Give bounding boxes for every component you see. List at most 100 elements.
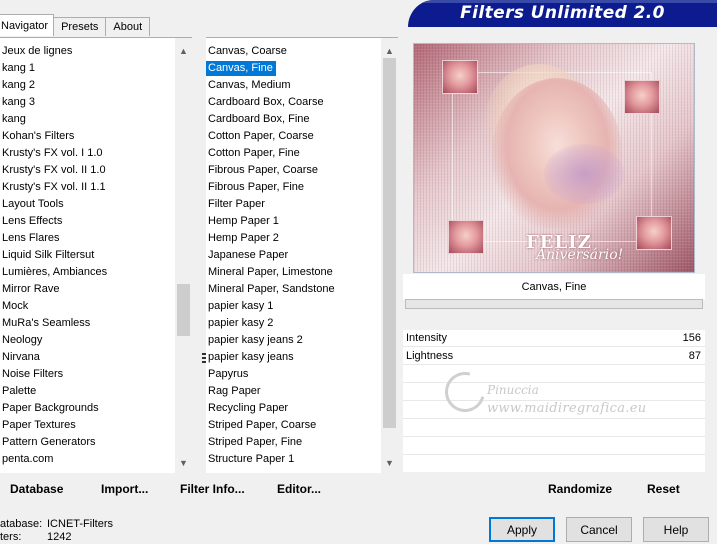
list-item[interactable]: MuRa's Seamless bbox=[0, 316, 93, 331]
toolbar-buttons: Database Import... Filter Info... Editor… bbox=[0, 477, 717, 501]
list-item[interactable]: Palette bbox=[0, 384, 39, 399]
list-item[interactable]: papier kasy 1 bbox=[206, 299, 276, 314]
randomize-button[interactable]: Randomize bbox=[548, 482, 612, 496]
param-label: Lightness bbox=[406, 350, 454, 362]
list-item[interactable]: Canvas, Coarse bbox=[206, 44, 290, 59]
filter-scrollbar[interactable]: ▲ ▼ bbox=[381, 38, 398, 473]
param-row-empty bbox=[403, 438, 705, 455]
list-item[interactable]: Canvas, Medium bbox=[206, 78, 294, 93]
filters-count-value: 1242 bbox=[47, 531, 72, 543]
list-item[interactable]: Hemp Paper 1 bbox=[206, 214, 282, 229]
preview-flowers bbox=[544, 144, 624, 204]
database-label: atabase: bbox=[0, 518, 43, 530]
current-filter-name: Canvas, Fine bbox=[403, 274, 705, 300]
list-item[interactable]: Striped Paper, Fine bbox=[206, 435, 305, 450]
category-list[interactable]: Jeux de lignes kang 1 kang 2 kang 3 kang Koha… bbox=[0, 37, 192, 473]
reset-button[interactable]: Reset bbox=[647, 482, 680, 496]
scroll-up-icon[interactable]: ▲ bbox=[381, 42, 398, 59]
param-value: 87 bbox=[688, 350, 701, 362]
filters-count-label: ters: bbox=[0, 531, 22, 543]
list-item[interactable]: Canvas, Fine bbox=[206, 61, 276, 76]
list-item[interactable]: Neology bbox=[0, 333, 45, 348]
preview-image[interactable]: FELIZ Aniversário! bbox=[413, 43, 695, 273]
list-item[interactable]: Mineral Paper, Limestone bbox=[206, 265, 336, 280]
param-row-lightness[interactable]: Lightness 87 bbox=[403, 348, 705, 365]
list-item[interactable]: Liquid Silk Filtersut bbox=[0, 248, 97, 263]
tab-strip: Navigator Presets About bbox=[0, 14, 151, 36]
preview-corner-br bbox=[636, 216, 672, 250]
category-items: Jeux de lignes kang 1 kang 2 kang 3 kang Koha… bbox=[0, 38, 175, 473]
scroll-up-icon[interactable]: ▲ bbox=[175, 42, 192, 59]
list-item[interactable]: kang 1 bbox=[0, 61, 38, 76]
preview-panel: FELIZ Aniversário! bbox=[403, 37, 708, 274]
param-row-intensity[interactable]: Intensity 156 bbox=[403, 330, 705, 347]
title-banner: Filters Unlimited 2.0 bbox=[408, 0, 717, 27]
list-item[interactable]: Pattern Generators bbox=[0, 435, 99, 450]
param-label: Intensity bbox=[406, 332, 447, 344]
list-item[interactable]: Kohan's Filters bbox=[0, 129, 77, 144]
drag-handle-icon[interactable] bbox=[202, 351, 206, 363]
list-item[interactable]: Lumières, Ambiances bbox=[0, 265, 110, 280]
editor-button[interactable]: Editor... bbox=[277, 482, 321, 496]
list-item[interactable]: Nirvana bbox=[0, 350, 43, 365]
list-item[interactable]: Rag Paper bbox=[206, 384, 264, 399]
parameter-panel: Intensity 156 Lightness 87 Pinuccia www.… bbox=[403, 330, 705, 472]
list-item[interactable]: Layout Tools bbox=[0, 197, 67, 212]
list-item[interactable]: Lens Effects bbox=[0, 214, 65, 229]
list-item[interactable]: Cardboard Box, Fine bbox=[206, 112, 313, 127]
preview-corner-bl bbox=[448, 220, 484, 254]
list-item[interactable]: kang bbox=[0, 112, 29, 127]
filter-scroll-thumb[interactable] bbox=[383, 58, 396, 428]
apply-button[interactable]: Apply bbox=[489, 517, 555, 542]
help-button[interactable]: Help bbox=[643, 517, 709, 542]
list-item[interactable]: Cotton Paper, Coarse bbox=[206, 129, 317, 144]
list-item[interactable]: Cardboard Box, Coarse bbox=[206, 95, 327, 110]
list-item[interactable]: Mirror Rave bbox=[0, 282, 62, 297]
list-item[interactable]: Cotton Paper, Fine bbox=[206, 146, 303, 161]
preview-corner-tl bbox=[442, 60, 478, 94]
scroll-down-icon[interactable]: ▼ bbox=[381, 454, 398, 471]
list-item[interactable]: Krusty's FX vol. II 1.1 bbox=[0, 180, 109, 195]
database-button[interactable]: Database bbox=[10, 482, 63, 496]
list-item[interactable]: papier kasy jeans 2 bbox=[206, 333, 306, 348]
list-item[interactable]: Krusty's FX vol. I 1.0 bbox=[0, 146, 106, 161]
scroll-down-icon[interactable]: ▼ bbox=[175, 454, 192, 471]
preview-text-aniversario: Aniversário! bbox=[536, 247, 624, 263]
list-item[interactable]: Paper Backgrounds bbox=[0, 401, 102, 416]
list-item[interactable]: Fibrous Paper, Fine bbox=[206, 180, 307, 195]
list-item[interactable]: Japanese Paper bbox=[206, 248, 291, 263]
list-item[interactable]: Mock bbox=[0, 299, 31, 314]
filter-info-button[interactable]: Filter Info... bbox=[180, 482, 245, 496]
list-item[interactable]: Krusty's FX vol. II 1.0 bbox=[0, 163, 109, 178]
list-item[interactable]: Striped Paper, Coarse bbox=[206, 418, 319, 433]
watermark-name: Pinuccia bbox=[487, 383, 539, 397]
database-value: ICNET-Filters bbox=[47, 518, 113, 530]
list-item[interactable]: Hemp Paper 2 bbox=[206, 231, 282, 246]
import-button[interactable]: Import... bbox=[101, 482, 148, 496]
watermark-logo-icon bbox=[437, 364, 493, 420]
list-item[interactable]: Jeux de lignes bbox=[0, 44, 75, 59]
tab-about[interactable]: About bbox=[105, 17, 151, 36]
list-item[interactable]: Mineral Paper, Sandstone bbox=[206, 282, 338, 297]
list-item[interactable]: Structure Paper 1 bbox=[206, 452, 297, 467]
list-item[interactable]: Lens Flares bbox=[0, 231, 62, 246]
filter-items: Canvas, Coarse Canvas, Fine Canvas, Medium… bbox=[206, 38, 381, 473]
list-item[interactable]: penta.com bbox=[0, 452, 56, 467]
list-item[interactable]: Paper Textures bbox=[0, 418, 79, 433]
list-item[interactable]: Fibrous Paper, Coarse bbox=[206, 163, 321, 178]
list-item[interactable]: Recycling Paper bbox=[206, 401, 291, 416]
list-item[interactable]: Filter Paper bbox=[206, 197, 268, 212]
tab-presets[interactable]: Presets bbox=[53, 17, 107, 36]
list-item[interactable]: papier kasy jeans bbox=[206, 350, 297, 365]
tab-navigator[interactable]: Navigator bbox=[0, 14, 55, 36]
list-item[interactable]: Papyrus bbox=[206, 367, 251, 382]
category-scrollbar[interactable]: ▲ ▼ bbox=[175, 38, 192, 473]
progress-bar bbox=[405, 299, 703, 309]
list-item[interactable]: papier kasy 2 bbox=[206, 316, 276, 331]
list-item[interactable]: kang 2 bbox=[0, 78, 38, 93]
filter-list[interactable]: Canvas, Coarse Canvas, Fine Canvas, Medium… bbox=[206, 37, 398, 473]
category-scroll-thumb[interactable] bbox=[177, 284, 190, 336]
list-item[interactable]: Noise Filters bbox=[0, 367, 66, 382]
cancel-button[interactable]: Cancel bbox=[566, 517, 632, 542]
list-item[interactable]: kang 3 bbox=[0, 95, 38, 110]
